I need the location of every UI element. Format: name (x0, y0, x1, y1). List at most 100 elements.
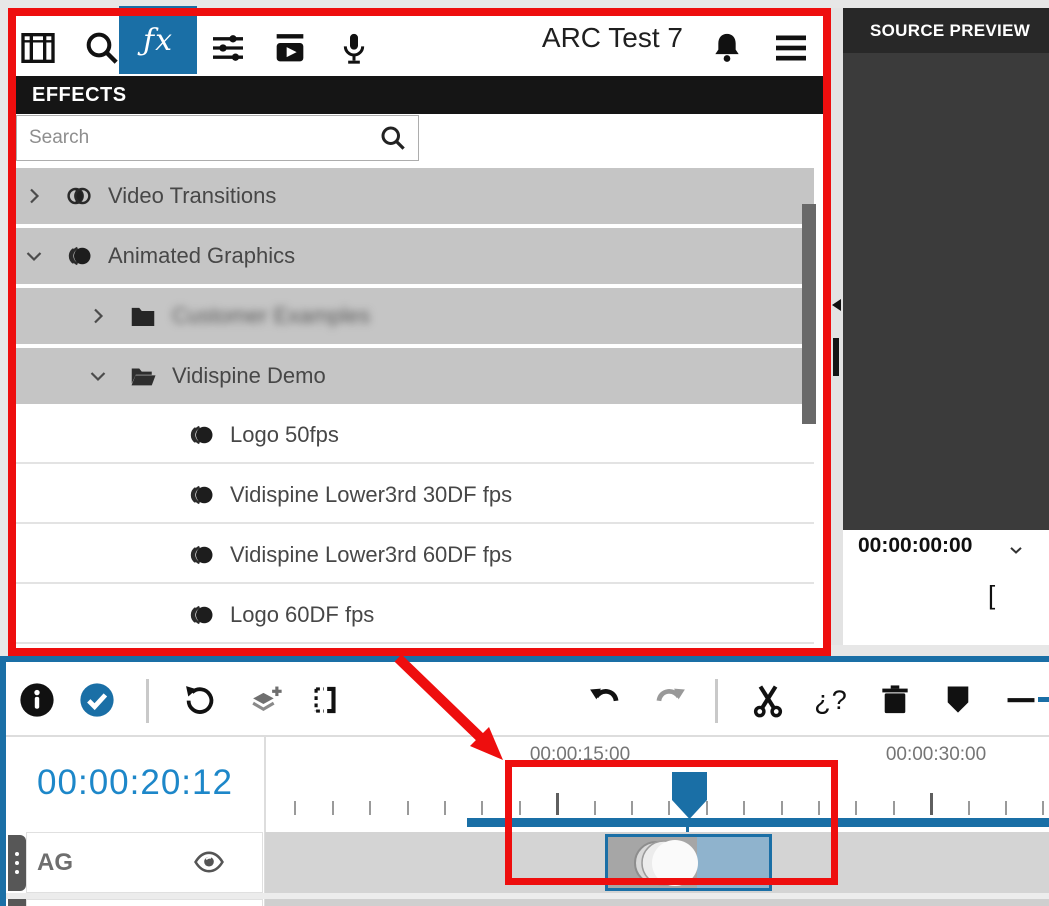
ruler-minor-tick (332, 801, 334, 815)
timeline-range-bar[interactable] (467, 818, 1049, 827)
mark-in-button[interactable]: [ (988, 580, 995, 611)
effects-fx-icon: ƒx (143, 23, 173, 58)
tree-item-vidispine-lower3rd-60df-fps[interactable]: Vidispine Lower3rd 60DF fps (8, 528, 814, 584)
media-bin-icon[interactable] (18, 28, 58, 68)
chevron-right-icon[interactable] (22, 184, 46, 208)
folder-open-icon (128, 361, 158, 391)
toolbar-divider (715, 679, 718, 723)
ruler-minor-tick (1005, 801, 1007, 815)
timecode-cell: 00:00:20:12 (6, 737, 264, 829)
timeline-clip[interactable] (605, 834, 772, 891)
tree-item-logo-60df-fps[interactable]: Logo 60DF fps (8, 588, 814, 644)
track-drag-handle[interactable] (8, 835, 26, 891)
search-box (16, 115, 419, 161)
tree-item-label: Vidispine Lower3rd 30DF fps (230, 482, 512, 508)
ag-icon (186, 480, 216, 510)
ruler-minor-tick (1042, 801, 1044, 815)
zoom-out-icon[interactable] (1002, 681, 1040, 719)
effects-panel-header: EFFECTS (16, 76, 825, 114)
track-name: AG (37, 849, 73, 877)
menu-icon[interactable] (771, 28, 811, 68)
info-icon[interactable] (18, 681, 56, 719)
tree-item-vidispine-lower3rd-30df-fps[interactable]: Vidispine Lower3rd 30DF fps (8, 468, 814, 524)
ruler-minor-tick (407, 801, 409, 815)
ag-icon (186, 420, 216, 450)
export-video-icon[interactable] (270, 28, 310, 68)
ruler-minor-tick (594, 801, 596, 815)
ruler-minor-tick (855, 801, 857, 815)
ruler-minor-tick (481, 801, 483, 815)
current-timecode[interactable]: 00:00:20:12 (37, 763, 233, 803)
bell-icon[interactable] (707, 28, 747, 68)
tree-item-label: Video Transitions (108, 183, 276, 209)
ruler-major-tick (556, 793, 559, 815)
undo-icon[interactable] (586, 681, 624, 719)
tree-item-vidispine-demo[interactable]: Vidispine Demo (8, 348, 814, 404)
panel-resize-handle[interactable] (833, 338, 839, 376)
tree-item-label: Animated Graphics (108, 243, 295, 269)
tree-item-customer-examples[interactable]: Customer Examples (8, 288, 814, 344)
ruler-minor-tick (444, 801, 446, 815)
chevron-down-icon[interactable] (22, 244, 46, 268)
panel-divider[interactable] (831, 8, 843, 645)
scissors-icon[interactable] (749, 681, 787, 719)
tree-item-label: Vidispine Demo (172, 363, 326, 389)
ruler-minor-tick (519, 801, 521, 815)
ruler-minor-tick (893, 801, 895, 815)
search-icon[interactable] (82, 28, 122, 68)
ag-icon (186, 540, 216, 570)
effects-tree: Video Transitions Animated Graphics Custom… (8, 168, 814, 648)
track-drag-handle[interactable] (8, 899, 26, 906)
ruler-minor-tick (668, 801, 670, 815)
ruler-minor-tick (743, 801, 745, 815)
rotate-ccw-icon[interactable] (181, 681, 219, 719)
tree-item-logo-50fps[interactable]: Logo 50fps (8, 408, 814, 464)
chevron-down-icon[interactable] (86, 364, 110, 388)
zoom-slider-fragment[interactable] (1038, 697, 1049, 702)
timeline-ruler[interactable]: 00:00:15:0000:00:30:00 (266, 737, 1049, 829)
redo-icon[interactable] (651, 681, 689, 719)
track-header: AG (26, 832, 263, 893)
chevron-down-icon[interactable] (1006, 540, 1026, 560)
application-window: ƒx ARC Test 7 EFFECTS Video Transitions A… (0, 0, 1049, 906)
source-preview-header: SOURCE PREVIEW (843, 8, 1049, 53)
tree-item-label: Logo 50fps (230, 422, 339, 448)
settings-sliders-icon[interactable] (208, 28, 248, 68)
ruler-minor-tick (781, 801, 783, 815)
trash-icon[interactable] (876, 681, 914, 719)
ruler-minor-tick (631, 801, 633, 815)
collapse-panel-icon[interactable] (832, 299, 841, 311)
tree-item-label: Vidispine Lower3rd 60DF fps (230, 542, 512, 568)
ag-icon (186, 600, 216, 630)
animated-graphics-clip-icon (630, 839, 702, 887)
search-submit-icon[interactable] (378, 123, 408, 153)
playhead-marker[interactable] (672, 772, 707, 819)
track-header (26, 899, 263, 906)
chevron-right-icon[interactable] (86, 304, 110, 328)
add-layer-icon[interactable] (246, 681, 284, 719)
tree-item-video-transitions[interactable]: Video Transitions (8, 168, 814, 224)
ruler-major-tick (930, 793, 933, 815)
track-lane[interactable] (265, 899, 1049, 906)
page-title: ARC Test 7 (447, 22, 683, 54)
tab-effects[interactable]: ƒx (119, 6, 197, 74)
ruler-minor-tick (294, 801, 296, 815)
tree-item-label: Logo 60DF fps (230, 602, 374, 628)
add-marker-icon[interactable] (939, 681, 977, 719)
microphone-icon[interactable] (334, 28, 374, 68)
toolbar-divider (146, 679, 149, 723)
source-timecode[interactable]: 00:00:00:00 (858, 534, 972, 558)
transition-icon (64, 181, 94, 211)
tree-item-animated-graphics[interactable]: Animated Graphics (8, 228, 814, 284)
check-circle-icon[interactable] (78, 681, 116, 719)
ruler-timecode-label: 00:00:15:00 (530, 744, 630, 766)
folder-closed-icon (128, 301, 158, 331)
track-visibility-eye-icon[interactable] (192, 845, 226, 879)
unlink-icon[interactable]: ¿? (812, 681, 850, 719)
tree-item-label: Customer Examples (172, 303, 370, 329)
search-input[interactable] (17, 127, 378, 149)
side-panel-icon[interactable] (305, 681, 343, 719)
tree-scrollbar-thumb[interactable] (802, 204, 816, 424)
ruler-minor-tick (369, 801, 371, 815)
ruler-minor-tick (818, 801, 820, 815)
